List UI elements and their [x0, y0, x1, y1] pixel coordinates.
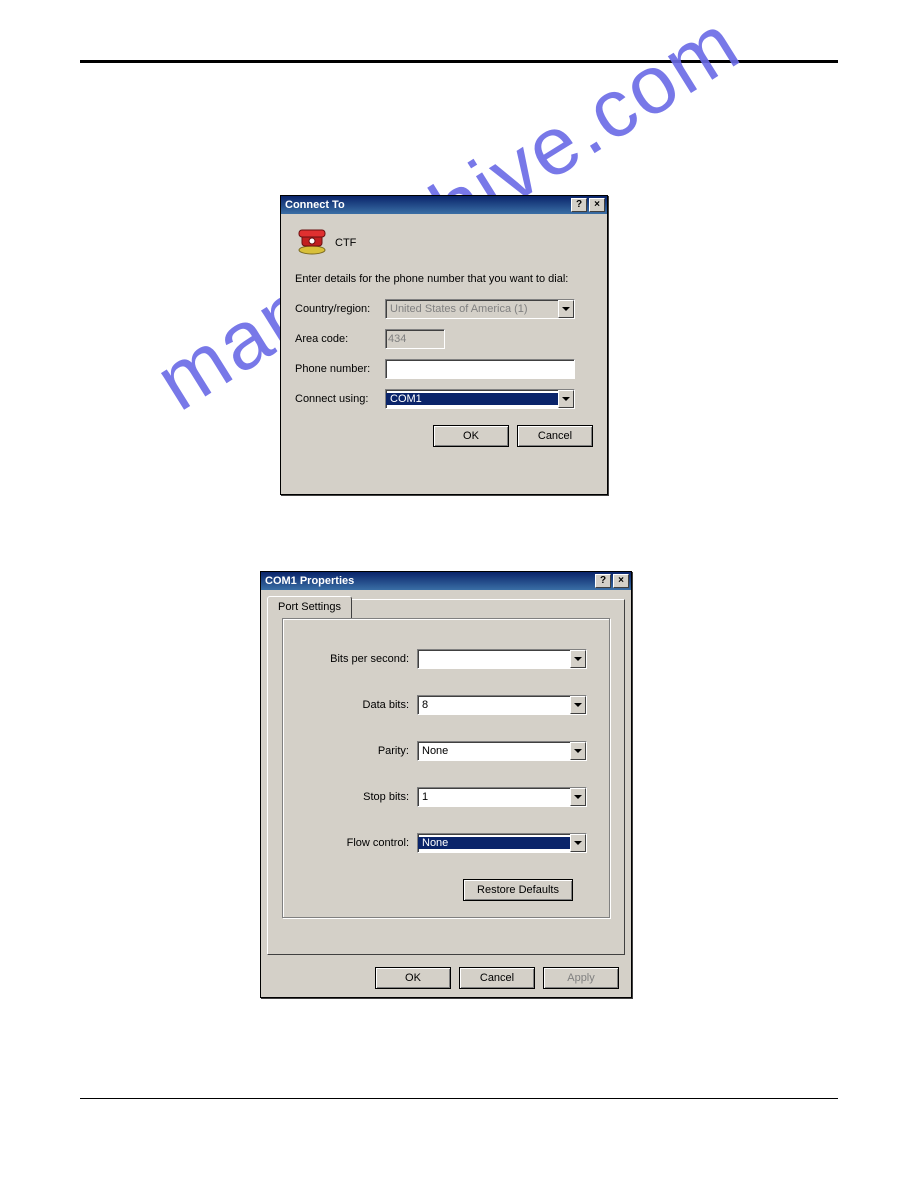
restore-defaults-button[interactable]: Restore Defaults — [463, 879, 573, 901]
page-rule-bottom — [80, 1098, 838, 1099]
data-bits-select[interactable]: 8 — [417, 695, 587, 715]
connect-using-label: Connect using: — [295, 393, 385, 405]
help-button[interactable]: ? — [571, 198, 587, 212]
tab-port-settings[interactable]: Port Settings — [267, 596, 352, 618]
areacode-label: Area code: — [295, 333, 385, 345]
com1-properties-dialog: COM1 Properties ? × Port Settings Bits p… — [260, 571, 632, 998]
bits-per-second-label: Bits per second: — [301, 653, 417, 665]
stop-bits-select[interactable]: 1 — [417, 787, 587, 807]
connect-using-value: COM1 — [386, 393, 558, 405]
ok-button[interactable]: OK — [433, 425, 509, 447]
bits-per-second-select[interactable] — [417, 649, 587, 669]
cancel-button[interactable]: Cancel — [517, 425, 593, 447]
close-button[interactable]: × — [613, 574, 629, 588]
dropdown-icon[interactable] — [570, 696, 586, 714]
apply-button[interactable]: Apply — [543, 967, 619, 989]
dialog-body: CTF Enter details for the phone number t… — [281, 214, 607, 459]
page-rule-top — [80, 60, 838, 63]
phone-input[interactable] — [385, 359, 575, 379]
phone-label: Phone number: — [295, 363, 385, 375]
flow-control-select[interactable]: None — [417, 833, 587, 853]
stop-bits-label: Stop bits: — [301, 791, 417, 803]
data-bits-label: Data bits: — [301, 699, 417, 711]
dropdown-icon[interactable] — [570, 834, 586, 852]
instruction-text: Enter details for the phone number that … — [295, 273, 593, 285]
country-label: Country/region: — [295, 303, 385, 315]
dropdown-icon[interactable] — [558, 390, 574, 408]
dropdown-icon[interactable] — [570, 788, 586, 806]
dialog-title: Connect To — [285, 199, 569, 211]
connect-to-dialog: Connect To ? × CTF Enter details for the… — [280, 195, 608, 495]
cancel-button[interactable]: Cancel — [459, 967, 535, 989]
help-button[interactable]: ? — [595, 574, 611, 588]
flow-control-label: Flow control: — [301, 837, 417, 849]
dropdown-icon[interactable] — [570, 742, 586, 760]
phone-icon — [295, 226, 329, 259]
stop-bits-value: 1 — [418, 791, 570, 803]
parity-value: None — [418, 745, 570, 757]
dropdown-icon — [558, 300, 574, 318]
parity-select[interactable]: None — [417, 741, 587, 761]
ok-button[interactable]: OK — [375, 967, 451, 989]
title-bar[interactable]: COM1 Properties ? × — [261, 572, 631, 590]
close-button[interactable]: × — [589, 198, 605, 212]
title-bar[interactable]: Connect To ? × — [281, 196, 607, 214]
country-select: United States of America (1) — [385, 299, 575, 319]
device-name: CTF — [335, 237, 356, 249]
flow-control-value: None — [418, 837, 570, 849]
areacode-input — [385, 329, 445, 349]
data-bits-value: 8 — [418, 699, 570, 711]
connect-using-select[interactable]: COM1 — [385, 389, 575, 409]
dialog-title: COM1 Properties — [265, 575, 593, 587]
dropdown-icon[interactable] — [570, 650, 586, 668]
parity-label: Parity: — [301, 745, 417, 757]
tab-panel: Bits per second: Data bits: 8 Parity: — [267, 599, 625, 955]
country-value: United States of America (1) — [386, 303, 558, 315]
settings-groupbox: Bits per second: Data bits: 8 Parity: — [282, 618, 610, 918]
